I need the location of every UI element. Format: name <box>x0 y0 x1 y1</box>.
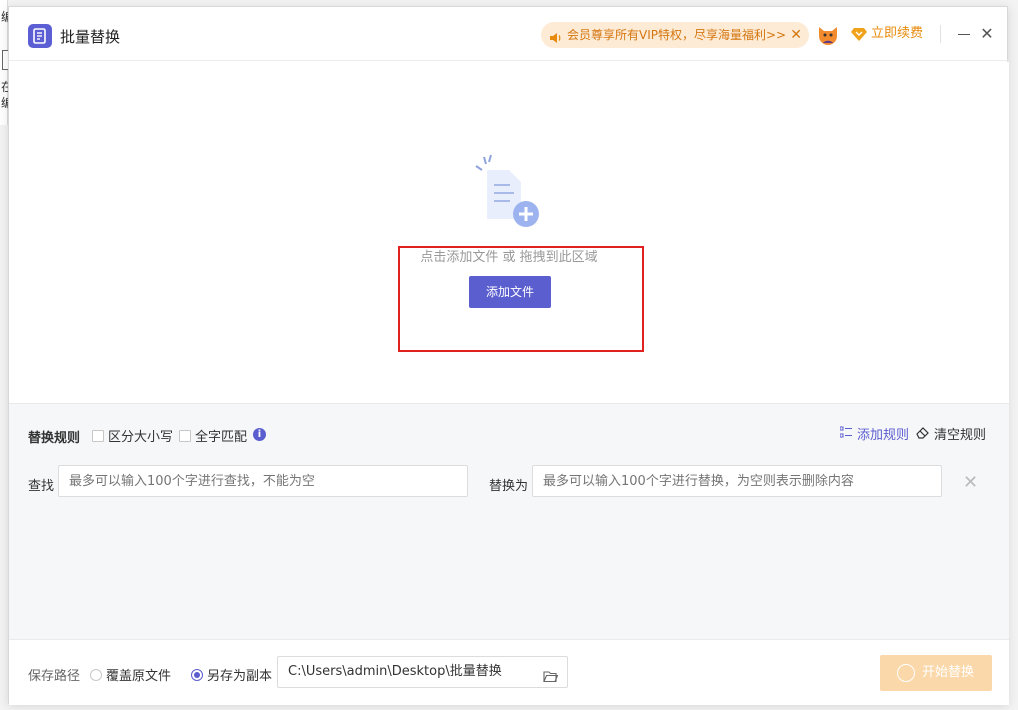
background-window-strip: 编 在 编 <box>0 0 13 125</box>
save-path-field[interactable]: C:\Users\admin\Desktop\批量替换 <box>277 656 568 688</box>
add-file-illustration-icon <box>470 154 546 234</box>
close-icon[interactable]: ✕ <box>790 22 802 48</box>
find-input[interactable] <box>58 465 468 497</box>
whole-word-checkbox[interactable]: 全字匹配 <box>179 426 247 445</box>
title-bar: 批量替换 会员尊享所有VIP特权，尽享海量福利>> ✕ 立即续费 ✕ <box>9 7 1009 61</box>
checkbox-label: 区分大小写 <box>108 430 174 445</box>
save-path-value: C:\Users\admin\Desktop\批量替换 <box>288 664 502 679</box>
eraser-icon <box>916 426 929 442</box>
drop-hint-text: 点击添加文件 或 拖拽到此区域 <box>420 250 598 265</box>
radio-dot[interactable] <box>90 668 102 681</box>
close-icon[interactable]: ✕ <box>979 25 995 43</box>
find-label: 查找 <box>28 479 55 494</box>
start-replace-label: 开始替换 <box>922 665 975 680</box>
add-rule-icon <box>839 426 852 441</box>
rules-title: 替换规则 <box>28 431 81 446</box>
replace-rules-panel: 替换规则 区分大小写 全字匹配 i 添加规则 清空规则 查找 最多可以输入100… <box>9 403 1009 639</box>
heart-check-icon <box>897 664 915 682</box>
renew-label: 立即续费 <box>871 26 924 41</box>
vip-banner[interactable]: 会员尊享所有VIP特权，尽享海量福利>> ✕ <box>541 22 809 48</box>
radio-label: 另存为副本 <box>207 669 273 684</box>
delete-rule-icon[interactable]: ✕ <box>963 472 978 493</box>
add-rule-button[interactable]: 添加规则 <box>839 424 910 443</box>
vip-banner-text: 会员尊享所有VIP特权，尽享海量福利>> <box>567 28 787 42</box>
replace-input[interactable] <box>532 465 942 497</box>
file-drop-area[interactable]: 点击添加文件 或 拖拽到此区域 添加文件 <box>9 62 1009 403</box>
save-copy-radio[interactable]: 另存为副本 <box>191 665 272 684</box>
folder-open-icon[interactable] <box>543 665 559 695</box>
add-file-button[interactable]: 添加文件 <box>469 276 551 308</box>
checkbox-box[interactable] <box>92 429 104 442</box>
renew-button[interactable]: 立即续费 <box>851 24 923 44</box>
replace-label: 替换为 <box>489 479 529 494</box>
save-path-label: 保存路径 <box>28 669 81 684</box>
window-title: 批量替换 <box>60 28 121 46</box>
add-rule-label: 添加规则 <box>857 428 910 443</box>
clear-rules-button[interactable]: 清空规则 <box>916 424 986 443</box>
overwrite-radio[interactable]: 覆盖原文件 <box>90 665 171 684</box>
radio-label: 覆盖原文件 <box>106 669 172 684</box>
start-replace-button[interactable]: 开始替换 <box>880 655 992 691</box>
minimize-icon[interactable] <box>956 25 972 43</box>
batch-replace-dialog: 批量替换 会员尊享所有VIP特权，尽享海量福利>> ✕ 立即续费 ✕ 点击添加文… <box>8 6 1009 705</box>
footer-bar: 保存路径 覆盖原文件 另存为副本 C:\Users\admin\Desktop\… <box>9 639 1009 705</box>
info-icon[interactable]: i <box>253 428 266 441</box>
radio-dot[interactable] <box>191 668 203 681</box>
speaker-icon <box>549 28 563 54</box>
diamond-icon <box>851 26 867 49</box>
titlebar-divider <box>940 25 941 43</box>
case-sensitive-checkbox[interactable]: 区分大小写 <box>92 426 173 445</box>
checkbox-box[interactable] <box>179 429 191 442</box>
clear-rule-label: 清空规则 <box>934 428 987 443</box>
checkbox-label: 全字匹配 <box>195 430 248 445</box>
avatar-icon[interactable] <box>817 24 839 46</box>
app-doc-icon <box>28 24 52 48</box>
